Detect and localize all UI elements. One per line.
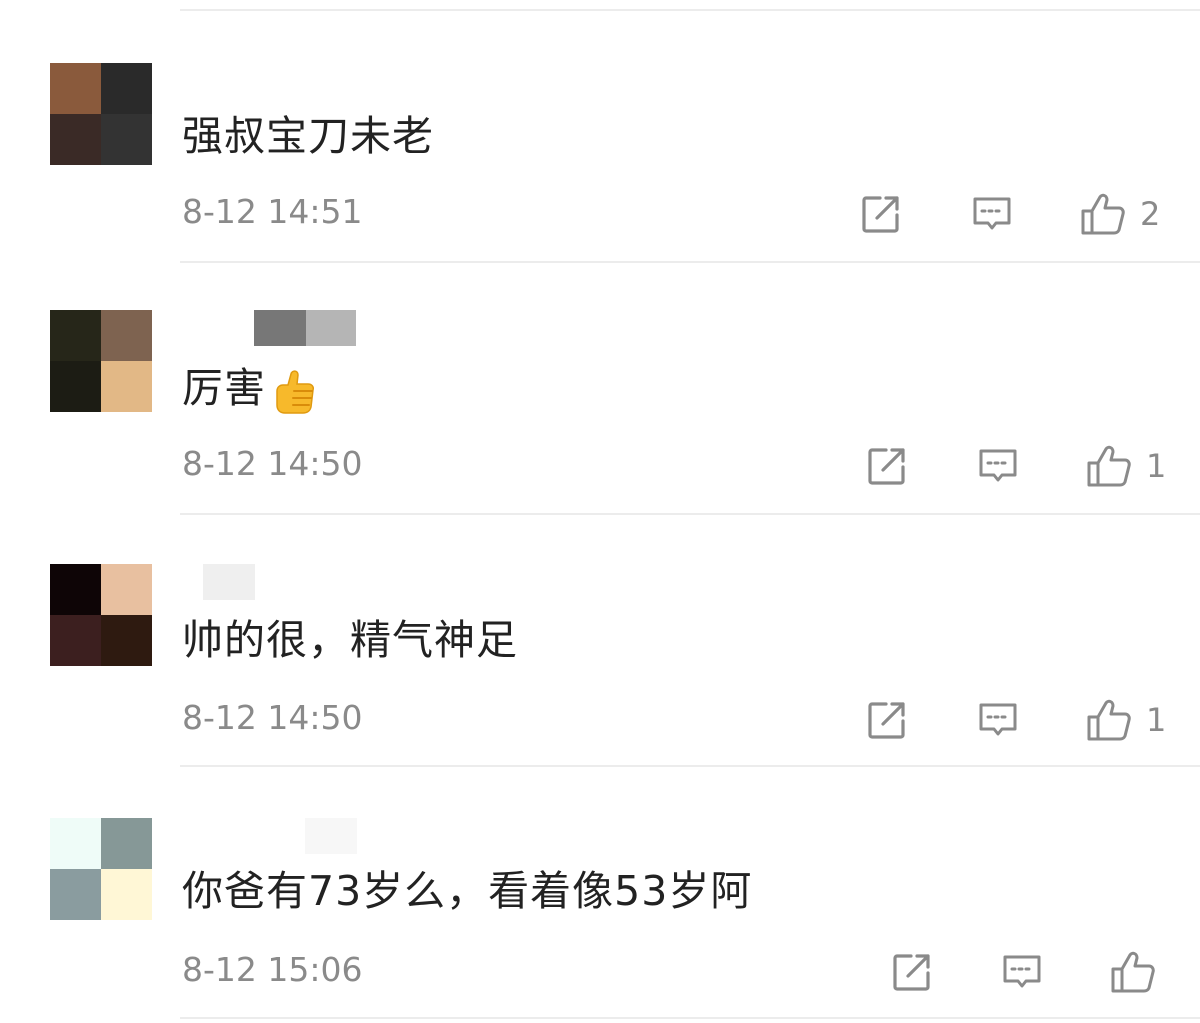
share-button[interactable] [866, 444, 908, 488]
thumbs-up-icon [1087, 445, 1131, 487]
reply-button[interactable] [971, 192, 1013, 236]
avatar-tile [50, 818, 101, 869]
avatar-tile [101, 361, 152, 412]
username-redacted[interactable] [254, 310, 356, 346]
username-redacted[interactable] [305, 818, 357, 854]
reply-button[interactable] [1001, 950, 1043, 994]
avatar-tile [101, 63, 152, 114]
comment-icon [979, 449, 1017, 482]
like-count: 1 [1146, 701, 1167, 739]
avatar-tile [50, 114, 101, 165]
comment-icon [979, 703, 1017, 736]
comment-item: 你爸有73岁么，看着像53岁阿 8-12 15:06 [0, 755, 1200, 1007]
share-icon [893, 954, 930, 991]
redaction-block [305, 818, 357, 854]
redaction-block [306, 310, 356, 346]
share-icon [868, 448, 905, 485]
avatar-tile [50, 615, 101, 666]
avatar-tile [50, 310, 101, 361]
thumbs-up-icon [1087, 699, 1131, 741]
avatar-tile [101, 564, 152, 615]
comment-text: 你爸有73岁么，看着像53岁阿 [182, 867, 753, 915]
comment-icon [1003, 955, 1041, 988]
redaction-block [203, 564, 255, 600]
share-icon [862, 196, 899, 233]
like-button[interactable] [1110, 950, 1156, 994]
comment-icon [973, 197, 1011, 230]
comment-item: 厉害 8-12 14:50 1 [0, 247, 1200, 499]
comment-item: 强叔宝刀未老 8-12 14:51 2 [0, 0, 1200, 252]
comment-time: 8-12 14:50 [182, 444, 363, 483]
share-button[interactable] [860, 192, 902, 236]
comment-time: 8-12 14:50 [182, 698, 363, 737]
like-button[interactable]: 1 [1086, 444, 1166, 488]
comment-text-body: 厉害 [182, 364, 266, 412]
avatar-tile [101, 310, 152, 361]
avatar-tile [50, 63, 101, 114]
share-button[interactable] [866, 698, 908, 742]
comment-text: 帅的很，精气神足 [182, 616, 518, 664]
thumbs-up-icon [1111, 951, 1155, 993]
reply-button[interactable] [977, 444, 1019, 488]
like-count: 1 [1146, 447, 1167, 485]
avatar[interactable] [50, 564, 152, 666]
avatar[interactable] [50, 63, 152, 165]
comment-item: 帅的很，精气神足 8-12 14:50 1 [0, 501, 1200, 753]
avatar-tile [50, 869, 101, 920]
share-button[interactable] [891, 950, 933, 994]
avatar-tile [101, 818, 152, 869]
username-redacted[interactable] [203, 564, 255, 600]
thumbs-up-emoji [276, 370, 314, 414]
divider [180, 1017, 1200, 1019]
thumbs-up-icon [1081, 193, 1125, 235]
like-button[interactable]: 2 [1080, 192, 1160, 236]
like-count: 2 [1140, 195, 1161, 233]
like-button[interactable]: 1 [1086, 698, 1166, 742]
avatar-tile [101, 615, 152, 666]
avatar[interactable] [50, 310, 152, 412]
comment-time: 8-12 14:51 [182, 192, 363, 231]
comment-text: 厉害 [182, 362, 320, 417]
redaction-block [254, 310, 306, 346]
avatar-tile [101, 114, 152, 165]
avatar-tile [50, 564, 101, 615]
comment-text: 强叔宝刀未老 [182, 112, 434, 160]
share-icon [868, 702, 905, 739]
reply-button[interactable] [977, 698, 1019, 742]
avatar[interactable] [50, 818, 152, 920]
comment-time: 8-12 15:06 [182, 950, 363, 989]
avatar-tile [101, 869, 152, 920]
avatar-tile [50, 361, 101, 412]
